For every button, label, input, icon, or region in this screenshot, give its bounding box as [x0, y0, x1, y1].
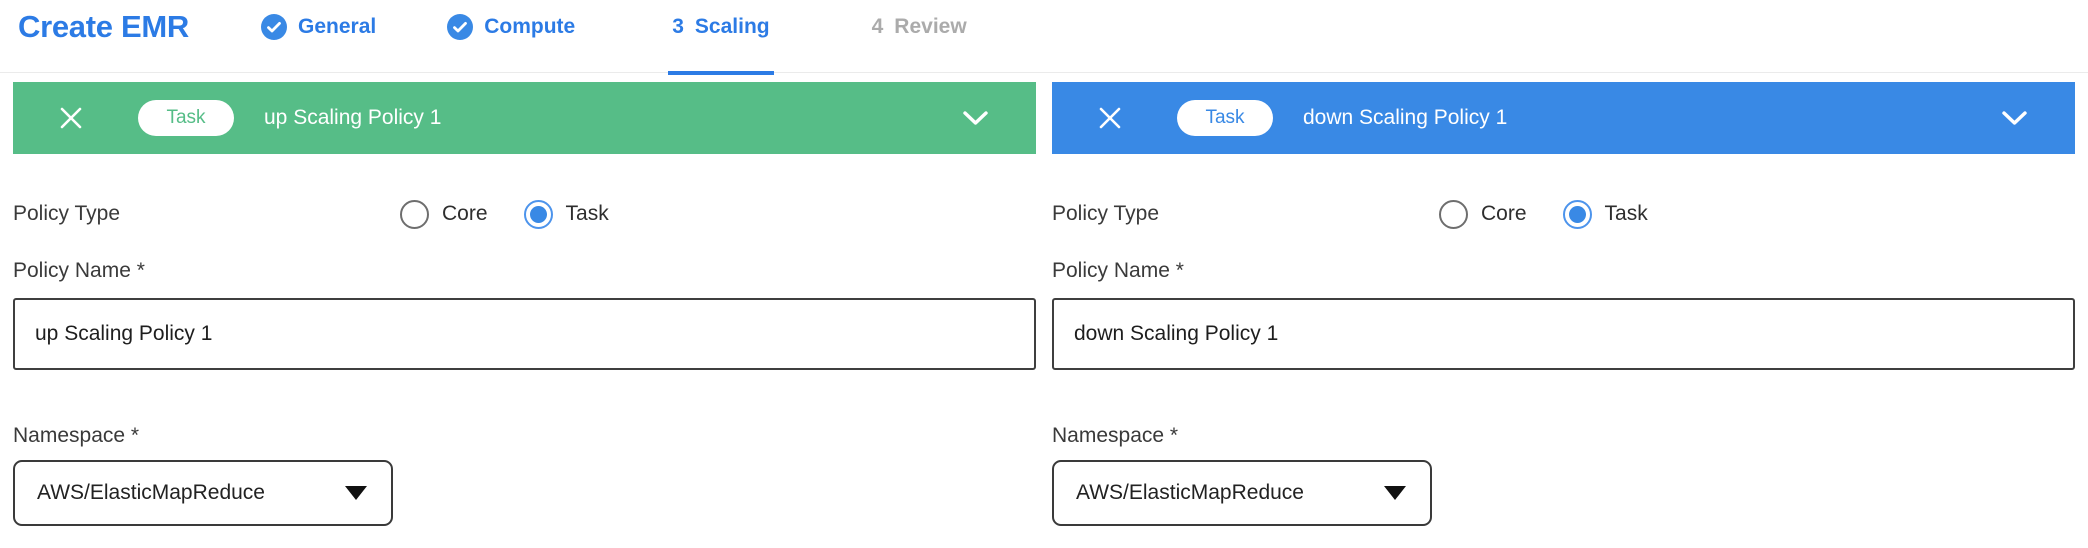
- close-icon[interactable]: [1097, 105, 1123, 131]
- step-label: General: [298, 15, 376, 39]
- namespace-selected-value: AWS/ElasticMapReduce: [37, 481, 265, 505]
- step-review[interactable]: 4 Review: [872, 15, 967, 39]
- policy-name-label: Policy Name *: [13, 259, 1036, 283]
- step-scaling[interactable]: 3 Scaling: [672, 15, 769, 39]
- namespace-selected-value: AWS/ElasticMapReduce: [1076, 481, 1304, 505]
- radio-core-label: Core: [1481, 202, 1527, 226]
- step-check-icon: [261, 14, 287, 40]
- dropdown-caret-icon: [1384, 486, 1406, 500]
- step-label: Review: [894, 15, 966, 39]
- radio-option-core[interactable]: Core: [400, 200, 488, 229]
- radio-core[interactable]: [1439, 200, 1468, 229]
- policy-type-radio-group: Core Task: [400, 200, 609, 229]
- policy-name-input[interactable]: [1052, 298, 2075, 370]
- step-number: 4: [872, 15, 884, 39]
- policy-type-badge: Task: [138, 100, 234, 136]
- step-label: Compute: [484, 15, 575, 39]
- wizard-header: Create EMR General Compute 3 Scaling 4 R…: [0, 0, 2088, 73]
- radio-task[interactable]: [1563, 200, 1592, 229]
- step-check-icon: [447, 14, 473, 40]
- step-general[interactable]: General: [261, 14, 376, 40]
- namespace-label: Namespace *: [1052, 424, 2075, 448]
- policy-type-row: Policy Type Core Task: [1052, 199, 2075, 229]
- step-label: Scaling: [695, 15, 770, 39]
- chevron-down-icon[interactable]: [2001, 110, 2028, 127]
- radio-option-task[interactable]: Task: [524, 200, 609, 229]
- policy-type-row: Policy Type Core Task: [13, 199, 1036, 229]
- namespace-select[interactable]: AWS/ElasticMapReduce: [1052, 460, 1432, 526]
- policy-type-label: Policy Type: [1052, 202, 1439, 226]
- policy-type-radio-group: Core Task: [1439, 200, 1648, 229]
- close-icon[interactable]: [58, 105, 84, 131]
- namespace-label: Namespace *: [13, 424, 1036, 448]
- radio-task-label: Task: [1605, 202, 1648, 226]
- wizard-steps: General Compute 3 Scaling 4 Review: [261, 10, 967, 44]
- namespace-select[interactable]: AWS/ElasticMapReduce: [13, 460, 393, 526]
- radio-core[interactable]: [400, 200, 429, 229]
- radio-option-task[interactable]: Task: [1563, 200, 1648, 229]
- policy-type-badge: Task: [1177, 100, 1273, 136]
- radio-task[interactable]: [524, 200, 553, 229]
- scale-down-policy-panel: Task down Scaling Policy 1 Policy Type C…: [1052, 82, 2075, 526]
- scale-up-policy-panel: Task up Scaling Policy 1 Policy Type Cor…: [13, 82, 1036, 526]
- step-compute[interactable]: Compute: [447, 14, 575, 40]
- radio-core-label: Core: [442, 202, 488, 226]
- radio-option-core[interactable]: Core: [1439, 200, 1527, 229]
- dropdown-caret-icon: [345, 486, 367, 500]
- step-number: 3: [672, 15, 684, 39]
- policy-bar-title: up Scaling Policy 1: [264, 106, 441, 130]
- policy-name-input[interactable]: [13, 298, 1036, 370]
- scale-up-policy-header-bar[interactable]: Task up Scaling Policy 1: [13, 82, 1036, 154]
- policy-name-label: Policy Name *: [1052, 259, 2075, 283]
- policy-type-label: Policy Type: [13, 202, 400, 226]
- scale-down-policy-header-bar[interactable]: Task down Scaling Policy 1: [1052, 82, 2075, 154]
- radio-task-label: Task: [566, 202, 609, 226]
- policy-bar-title: down Scaling Policy 1: [1303, 106, 1507, 130]
- page-title: Create EMR: [18, 10, 189, 44]
- scaling-policies: Task up Scaling Policy 1 Policy Type Cor…: [0, 73, 2088, 526]
- chevron-down-icon[interactable]: [962, 110, 989, 127]
